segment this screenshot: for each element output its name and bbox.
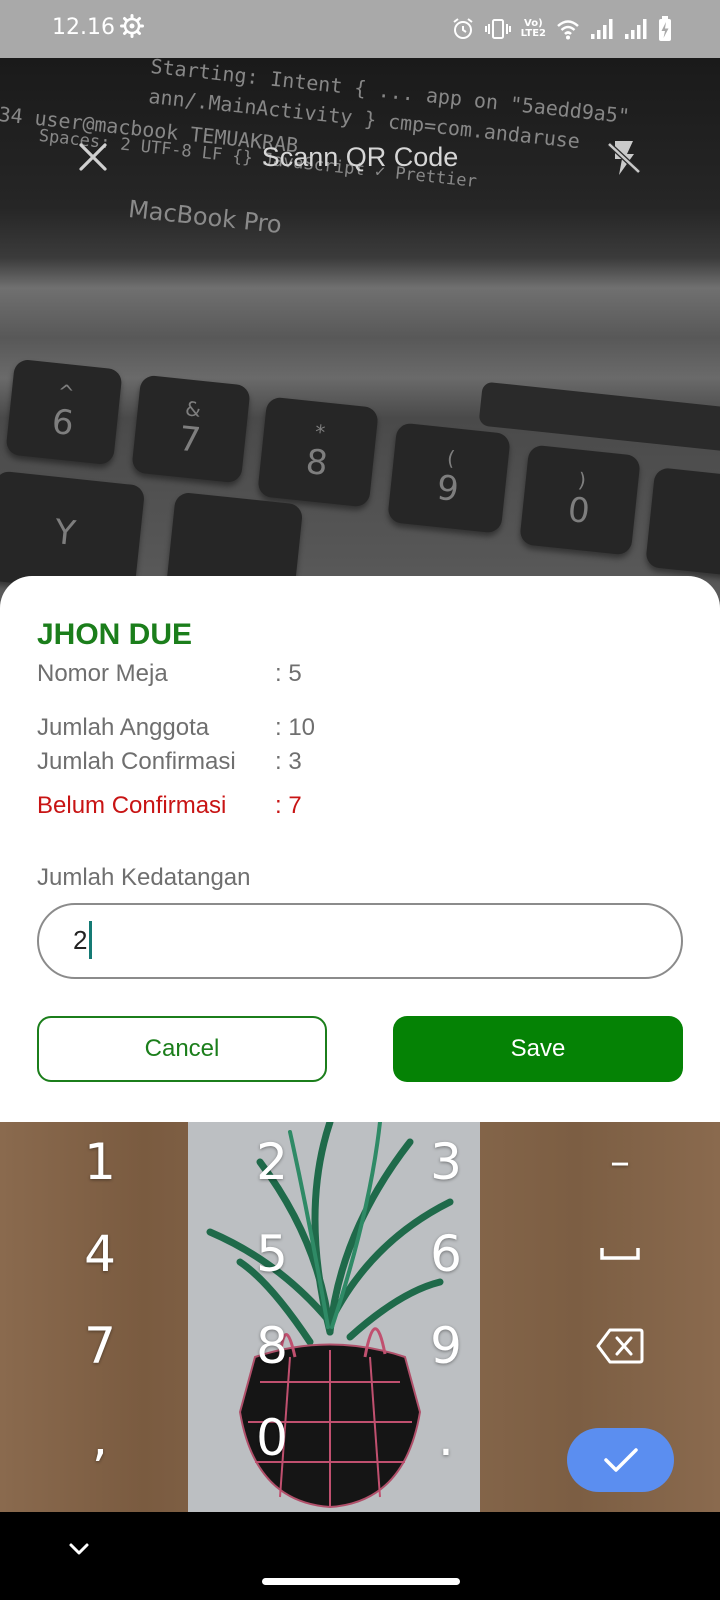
laptop-key-top: ) bbox=[576, 467, 588, 493]
laptop-key-top: * bbox=[313, 419, 327, 445]
guest-name: JHON DUE bbox=[37, 618, 193, 651]
check-icon bbox=[603, 1448, 638, 1472]
laptop-key: ^ 6 bbox=[5, 358, 123, 466]
kedatangan-label: Jumlah Kedatangan bbox=[37, 864, 251, 891]
key-2[interactable]: 2 bbox=[212, 1122, 332, 1202]
key-7[interactable]: 7 bbox=[40, 1306, 160, 1386]
info-row-jumlah-confirmasi: Jumlah Confirmasi : 3 bbox=[37, 748, 302, 776]
laptop-key-bottom: 6 bbox=[49, 401, 76, 444]
key-0[interactable]: 0 bbox=[212, 1398, 332, 1478]
kedatangan-input-value: 2 bbox=[73, 925, 88, 955]
key-9[interactable]: 9 bbox=[386, 1306, 506, 1386]
done-button[interactable] bbox=[567, 1428, 674, 1492]
info-label: Jumlah Confirmasi bbox=[37, 748, 236, 775]
chevron-down-icon[interactable] bbox=[66, 1538, 92, 1560]
laptop-key-bottom: Y bbox=[52, 512, 78, 554]
laptop-key: * 8 bbox=[257, 396, 379, 508]
settings-gear-icon bbox=[120, 14, 144, 38]
laptop-key: (9 bbox=[387, 422, 511, 534]
info-row-nomor-meja: Nomor Meja : 5 bbox=[37, 660, 302, 688]
status-icons: Vo) LTE2 bbox=[451, 13, 672, 45]
vibrate-icon bbox=[484, 19, 511, 39]
camera-preview: Starting: Intent { ... app on "5aedd9a5"… bbox=[0, 58, 720, 618]
key-space[interactable] bbox=[560, 1214, 680, 1294]
info-row-jumlah-anggota: Jumlah Anggota : 10 bbox=[37, 714, 315, 742]
laptop-key-bottom: 8 bbox=[303, 441, 330, 484]
status-time: 12.16 bbox=[52, 15, 115, 40]
key-minus[interactable]: – bbox=[560, 1122, 680, 1202]
lte-label: LTE2 bbox=[520, 28, 546, 39]
attendance-dialog: JHON DUE Nomor Meja : 5 Jumlah Anggota :… bbox=[0, 576, 720, 1122]
key-3[interactable]: 3 bbox=[386, 1122, 506, 1202]
info-label: Jumlah Anggota bbox=[37, 714, 210, 741]
key-backspace[interactable] bbox=[560, 1306, 680, 1386]
laptop-key-top: ( bbox=[445, 445, 457, 471]
key-1[interactable]: 1 bbox=[40, 1122, 160, 1202]
info-label: Belum Confirmasi bbox=[37, 792, 227, 819]
key-comma[interactable]: , bbox=[40, 1398, 160, 1478]
laptop-key-bottom: 9 bbox=[434, 467, 461, 510]
laptop-key-top: & bbox=[184, 396, 203, 422]
flash-off-icon[interactable] bbox=[606, 138, 642, 178]
signal-1-icon bbox=[591, 19, 613, 39]
save-button[interactable]: Save bbox=[393, 1016, 683, 1082]
backspace-icon bbox=[596, 1328, 644, 1364]
laptop-brand-label: MacBook Pro bbox=[126, 195, 284, 239]
navigation-bar bbox=[0, 1512, 720, 1600]
status-bar: 12.16 Vo) LTE2 bbox=[0, 0, 720, 58]
laptop-key-bottom: 0 bbox=[565, 489, 592, 532]
numeric-keyboard: 1 2 3 – 4 5 6 7 8 9 , 0 . bbox=[0, 1122, 720, 1512]
battery-charging-icon bbox=[659, 16, 671, 41]
space-bar-icon bbox=[600, 1248, 640, 1260]
info-value: : 5 bbox=[275, 660, 302, 687]
home-gesture-pill[interactable] bbox=[262, 1578, 460, 1585]
laptop-key: & 7 bbox=[131, 374, 251, 484]
laptop-key-top: ^ bbox=[56, 379, 76, 405]
info-label: Nomor Meja bbox=[37, 660, 168, 687]
laptop-key: ) 0 bbox=[519, 444, 641, 556]
text-caret bbox=[89, 921, 92, 959]
key-4[interactable]: 4 bbox=[40, 1214, 160, 1294]
key-period[interactable]: . bbox=[386, 1398, 506, 1478]
kedatangan-input[interactable]: 2 bbox=[37, 903, 683, 979]
info-row-belum-confirmasi: Belum Confirmasi : 7 bbox=[37, 792, 302, 820]
laptop-key-bottom: 7 bbox=[176, 418, 203, 461]
signal-2-icon bbox=[625, 19, 647, 39]
info-value: : 7 bbox=[275, 792, 302, 819]
laptop-touchbar bbox=[478, 381, 720, 453]
wifi-icon bbox=[557, 20, 579, 40]
laptop-key bbox=[645, 467, 720, 577]
key-8[interactable]: 8 bbox=[212, 1306, 332, 1386]
cancel-button[interactable]: Cancel bbox=[37, 1016, 327, 1082]
alarm-icon bbox=[453, 18, 473, 39]
info-value: : 10 bbox=[275, 714, 316, 741]
key-6[interactable]: 6 bbox=[386, 1214, 506, 1294]
info-value: : 3 bbox=[275, 748, 302, 775]
volte-indicator: Vo) LTE2 bbox=[521, 19, 546, 39]
key-5[interactable]: 5 bbox=[212, 1214, 332, 1294]
